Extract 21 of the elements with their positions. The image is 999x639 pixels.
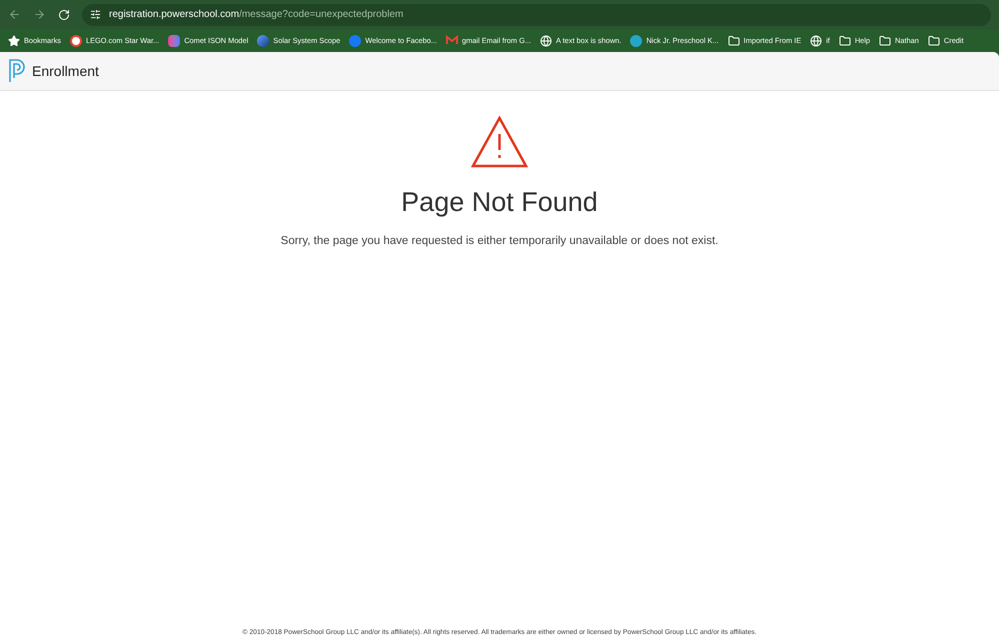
address-bar[interactable]: registration.powerschool.com/message?code=unexpectedproblem (82, 4, 991, 26)
page-title: Page Not Found (401, 186, 598, 219)
warning-icon (471, 116, 528, 168)
star-icon (8, 34, 20, 46)
folder-icon (879, 34, 892, 46)
reload-icon[interactable] (58, 8, 70, 20)
url-text: registration.powerschool.com/message?code=unexpectedproblem (109, 8, 404, 22)
envelope-m-icon (446, 35, 458, 46)
site-settings-icon[interactable] (90, 9, 101, 20)
error-message: Sorry, the page you have requested is either temporarily unavailable or does not exist. (280, 234, 718, 248)
globe-icon (810, 34, 822, 46)
back-icon[interactable] (8, 8, 21, 21)
folder-icon (928, 34, 940, 46)
forward-icon[interactable] (33, 8, 46, 21)
p-logo-icon (8, 59, 26, 83)
folder-icon (728, 34, 740, 46)
round-badge-icon (630, 34, 642, 46)
app-title: Enrollment (32, 62, 99, 80)
app-icon (168, 34, 180, 46)
globe-icon (540, 34, 552, 46)
folder-icon (838, 34, 851, 46)
